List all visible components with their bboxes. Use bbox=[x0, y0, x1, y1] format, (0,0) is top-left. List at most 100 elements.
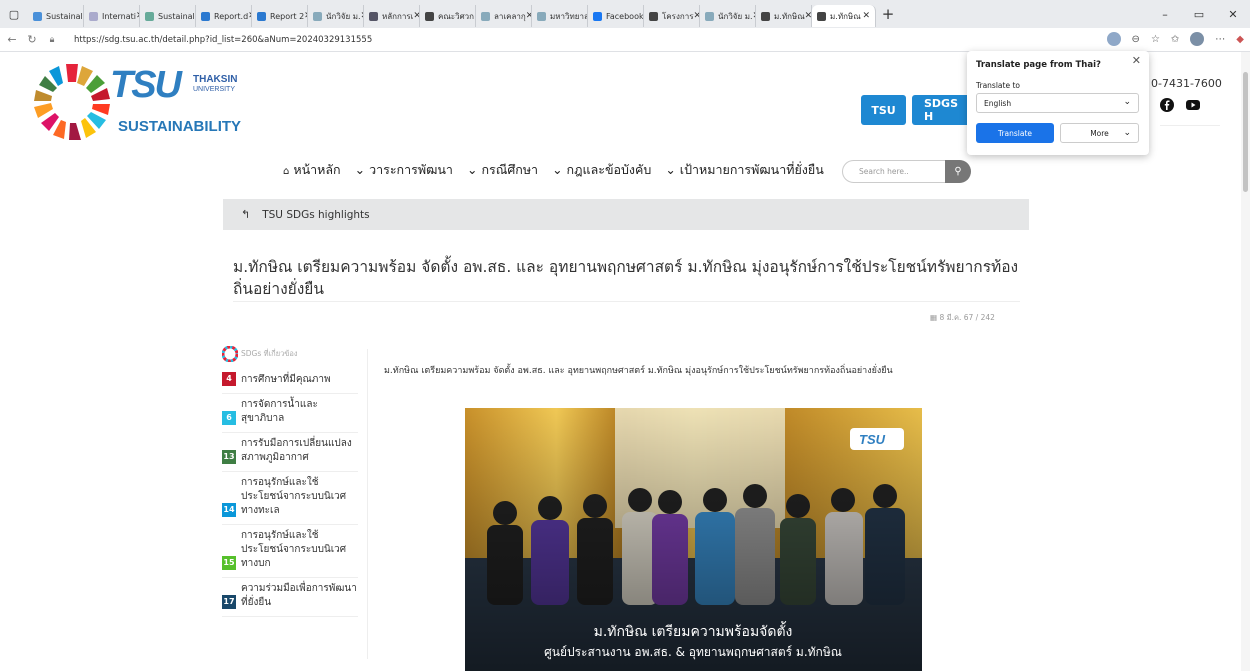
close-window-icon[interactable]: ✕ bbox=[1216, 8, 1250, 21]
sdg-item[interactable]: 15 การอนุรักษ์และใช้ประโยชน์จากระบบนิเวศท… bbox=[222, 525, 358, 578]
search-input[interactable]: Search here.. ⚲ bbox=[842, 160, 971, 183]
tab-favicon-icon bbox=[145, 11, 154, 21]
tab-favicon-icon bbox=[537, 11, 546, 21]
phone-number: 0-7431-7600 bbox=[1151, 77, 1222, 90]
sidebar-heading: SDGs ที่เกี่ยวข้อง bbox=[222, 346, 358, 362]
tab-favicon-icon bbox=[313, 11, 322, 21]
sdg-label: ความร่วมมือเพื่อการพัฒนาที่ยั่งยืน bbox=[241, 583, 357, 608]
sdg-item[interactable]: 14 การอนุรักษ์และใช้ประโยชน์จากระบบนิเวศท… bbox=[222, 472, 358, 525]
tab-label: Sustainal bbox=[46, 11, 83, 21]
nav-home[interactable]: ⌂ หน้าหลัก bbox=[283, 160, 341, 180]
more-button[interactable]: More ⌄ bbox=[1060, 123, 1139, 143]
sdg-sidebar: SDGs ที่เกี่ยวข้อง 4 การศึกษาที่มีคุณภาพ 6… bbox=[222, 346, 358, 617]
nav-case-study[interactable]: ⌄ กรณีศึกษา bbox=[467, 160, 538, 180]
tab-favicon-icon bbox=[369, 11, 378, 21]
photo-caption-2: ศูนย์ประสานงาน อพ.สธ. & อุทยานพฤกษศาสตร์… bbox=[544, 645, 842, 660]
sdg-item[interactable]: 13 การรับมือการเปลี่ยนแปลงสภาพภูมิอากาศ bbox=[222, 433, 358, 472]
tab-list: Sustainal✕Internati✕Sustainal✕Report.d✕R… bbox=[28, 1, 876, 27]
browser-tab[interactable]: Report.d✕ bbox=[196, 5, 252, 27]
tab-label: Facebook bbox=[606, 11, 644, 21]
back-icon[interactable]: ← bbox=[4, 33, 20, 46]
lock-icon[interactable]: 🔒︎ bbox=[44, 35, 60, 45]
tab-close-icon[interactable]: ✕ bbox=[862, 11, 870, 21]
translate-icon[interactable] bbox=[1106, 32, 1121, 46]
browser-tab[interactable]: Internati✕ bbox=[84, 5, 140, 27]
nav-agenda[interactable]: ⌄ วาระการพัฒนา bbox=[355, 160, 453, 180]
url-field[interactable]: https://sdg.tsu.ac.th/detail.php?id_list… bbox=[74, 35, 372, 45]
sdg-item[interactable]: 17 ความร่วมมือเพื่อการพัฒนาที่ยั่งยืน bbox=[222, 578, 358, 617]
column-divider bbox=[367, 349, 368, 659]
tab-close-icon[interactable]: ✕ bbox=[413, 11, 419, 21]
sdg-item[interactable]: 4 การศึกษาที่มีคุณภาพ bbox=[222, 368, 358, 394]
facebook-icon[interactable] bbox=[1160, 98, 1174, 112]
breadcrumb[interactable]: ↰ TSU SDGs highlights bbox=[223, 199, 1029, 230]
tab-favicon-icon bbox=[257, 11, 266, 21]
copilot-icon[interactable]: ◆ bbox=[1236, 34, 1244, 45]
tab-favicon-icon bbox=[593, 11, 602, 21]
language-select[interactable]: English ⌄ bbox=[976, 93, 1139, 113]
sdg-number-badge: 4 bbox=[222, 372, 236, 386]
article-meta: ▦ 8 มี.ค. 67 / 242 bbox=[930, 313, 995, 322]
browser-tab[interactable]: นักวิจัย ม.✕ bbox=[308, 5, 364, 27]
close-icon[interactable]: ✕ bbox=[1132, 54, 1141, 67]
chevron-down-icon: ⌄ bbox=[1123, 97, 1131, 107]
browser-tab[interactable]: Facebook✕ bbox=[588, 5, 644, 27]
chevron-down-icon: ⌄ bbox=[354, 162, 366, 177]
browser-tab[interactable]: ลาเคลากุ✕ bbox=[476, 5, 532, 27]
address-bar: ← ↻ 🔒︎ https://sdg.tsu.ac.th/detail.php?… bbox=[0, 28, 1250, 52]
browser-tab[interactable]: มหาวิทยาล✕ bbox=[532, 5, 588, 27]
nav-regulations[interactable]: ⌄ กฎและข้อบังคับ bbox=[552, 160, 651, 180]
zoom-icon[interactable]: ⊖ bbox=[1132, 34, 1140, 45]
tsu-button[interactable]: TSU bbox=[861, 95, 906, 125]
browser-tab[interactable]: ม.ทักษิณ ✕ bbox=[756, 5, 812, 27]
tab-favicon-icon bbox=[89, 11, 98, 21]
profile-avatar[interactable] bbox=[1190, 32, 1205, 46]
search-icon[interactable]: ⚲ bbox=[945, 160, 971, 183]
tab-label: หลักการเ bbox=[382, 11, 414, 21]
sdg-number-badge: 15 bbox=[222, 556, 236, 570]
refresh-icon[interactable]: ↻ bbox=[24, 33, 40, 46]
youtube-icon[interactable] bbox=[1186, 98, 1200, 112]
nav-sdg-goals[interactable]: ⌄ เป้าหมายการพัฒนาที่ยั่งยืน bbox=[665, 160, 823, 180]
browser-tab[interactable]: นักวิจัย ม.✕ bbox=[700, 5, 756, 27]
tab-favicon-icon bbox=[481, 11, 490, 21]
sdgs-button[interactable]: SDGS H bbox=[912, 95, 968, 125]
minimize-icon[interactable]: – bbox=[1148, 8, 1182, 21]
article-photo[interactable]: TSU ม.ทักษิณ เตรียมความพร้อมจัดตั้ง ศูนย… bbox=[465, 408, 922, 671]
favorites-icon[interactable]: ✩ bbox=[1171, 34, 1179, 45]
sdg-item[interactable]: 6 การจัดการน้ำและสุขาภิบาล bbox=[222, 394, 358, 433]
article-lead: ม.ทักษิณ เตรียมความพร้อม จัดตั้ง อพ.สธ. … bbox=[384, 366, 893, 376]
title-divider bbox=[233, 301, 1020, 302]
sdg-wheel-icon bbox=[34, 64, 110, 140]
sdg-number-badge: 17 bbox=[222, 595, 236, 609]
browser-tab[interactable]: Report 2✕ bbox=[252, 5, 308, 27]
sdg-label: การรับมือการเปลี่ยนแปลงสภาพภูมิอากาศ bbox=[241, 438, 352, 463]
browser-tab[interactable]: Sustainal✕ bbox=[28, 5, 84, 27]
tab-favicon-icon bbox=[761, 11, 770, 21]
favorite-star-icon[interactable]: ☆ bbox=[1151, 34, 1160, 45]
browser-tab[interactable]: คณะวิศวก✕ bbox=[420, 5, 476, 27]
main-nav: ⌂ หน้าหลัก ⌄ วาระการพัฒนา ⌄ กรณีศึกษา ⌄ … bbox=[283, 160, 824, 180]
chevron-down-icon: ⌄ bbox=[466, 162, 478, 177]
scrollbar-thumb[interactable] bbox=[1243, 72, 1248, 192]
tab-actions-icon[interactable]: ▢ bbox=[0, 0, 28, 28]
browser-tab[interactable]: หลักการเ✕ bbox=[364, 5, 420, 27]
home-icon: ⌂ bbox=[283, 166, 290, 177]
more-menu-icon[interactable]: ⋯ bbox=[1215, 34, 1225, 45]
browser-tab[interactable]: Sustainal✕ bbox=[140, 5, 196, 27]
tab-favicon-icon bbox=[817, 11, 826, 21]
photo-caption-1: ม.ทักษิณ เตรียมความพร้อมจัดตั้ง bbox=[594, 621, 793, 640]
browser-tab-bar: ▢ Sustainal✕Internati✕Sustainal✕Report.d… bbox=[0, 0, 1250, 28]
sdg-label: การศึกษาที่มีคุณภาพ bbox=[241, 374, 331, 385]
translate-button[interactable]: Translate bbox=[976, 123, 1054, 143]
sdg-number-badge: 14 bbox=[222, 503, 236, 517]
restore-icon[interactable]: ▭ bbox=[1182, 8, 1216, 21]
page-scrollbar[interactable] bbox=[1241, 52, 1250, 671]
tab-label: นักวิจัย ม. bbox=[718, 11, 753, 21]
browser-tab[interactable]: โครงการ✕ bbox=[644, 5, 700, 27]
browser-tab[interactable]: ม.ทักษิณ ✕ bbox=[812, 5, 876, 27]
new-tab-button[interactable]: + bbox=[876, 5, 900, 23]
tab-close-icon[interactable]: ✕ bbox=[805, 11, 811, 21]
logo-university-name: THAKSIN UNIVERSITY bbox=[193, 74, 238, 94]
translate-to-label: Translate to bbox=[976, 81, 1020, 90]
